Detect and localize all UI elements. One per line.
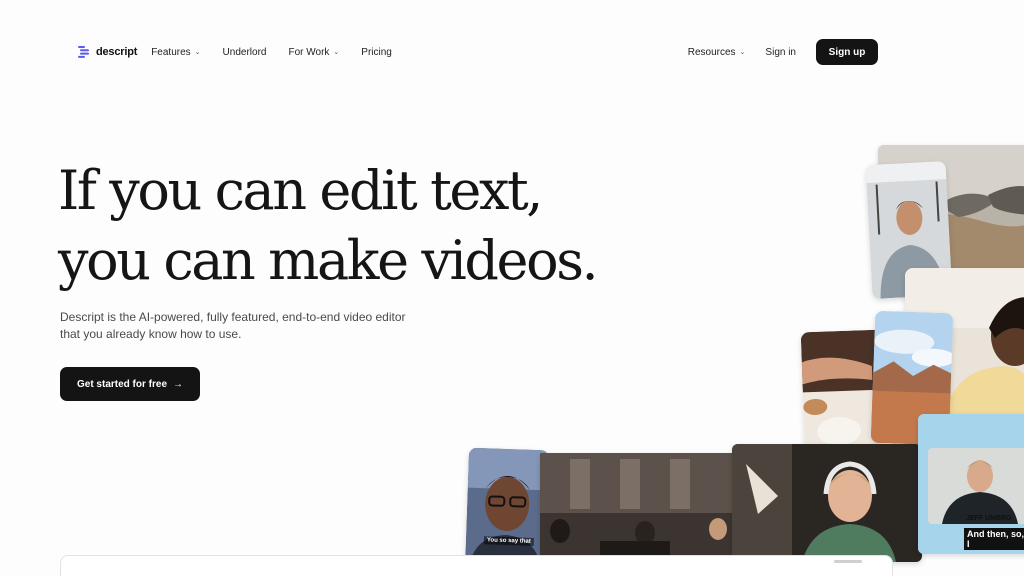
nav-item-label: For Work: [288, 46, 330, 58]
hero-subtitle-line: that you already know how to use.: [60, 327, 242, 341]
collage-glasses-man-tile: You so say that: [464, 447, 550, 571]
nav-item-label: Pricing: [361, 46, 392, 58]
collage-headphones-tile: [732, 444, 922, 562]
podcast-room-image: [540, 453, 736, 563]
nav-right: Resources ⌄ Sign in Sign up: [688, 39, 878, 65]
speaker-name-tag: JEFF UMBRO: [966, 515, 1012, 522]
nav-item-for-work[interactable]: For Work ⌄: [288, 47, 339, 58]
brand-logo[interactable]: descript: [78, 46, 137, 58]
chevron-down-icon: ⌄: [333, 49, 340, 56]
nav-item-pricing[interactable]: Pricing: [361, 47, 392, 58]
video-caption: You so say that: [483, 536, 534, 546]
arrow-right-icon: →: [173, 378, 184, 390]
nav-item-label: Sign in: [765, 46, 796, 58]
nav-item-label: Underlord: [222, 46, 267, 58]
headphones-woman-image: [732, 444, 922, 562]
get-started-button[interactable]: Get started for free →: [60, 367, 200, 401]
hero-title: If you can edit text, you can make video…: [58, 156, 599, 296]
descript-logo-icon: [78, 46, 89, 58]
hero-subtitle: Descript is the AI-powered, fully featur…: [60, 309, 440, 343]
chevron-down-icon: ⌄: [194, 49, 201, 56]
glasses-man-image: [464, 447, 550, 571]
nav-item-label: Features: [151, 46, 191, 58]
sign-in-link[interactable]: Sign in: [765, 47, 796, 58]
hero-subtitle-line: Descript is the AI-powered, fully featur…: [60, 310, 406, 324]
cta-label: Get started for free: [76, 378, 168, 390]
top-nav: descript Features ⌄ Underlord For Work ⌄…: [78, 38, 878, 66]
editor-preview-bar: [60, 555, 893, 576]
nav-item-features[interactable]: Features ⌄: [151, 47, 200, 58]
hero-title-line: If you can edit text,: [58, 159, 543, 222]
collage-podcast-tile: [540, 453, 736, 563]
nav-item-label: Resources: [687, 46, 736, 58]
scroll-handle[interactable]: [834, 560, 862, 563]
hero-title-line: you can make videos.: [58, 229, 599, 292]
sign-up-button[interactable]: Sign up: [816, 39, 878, 65]
nav-item-underlord[interactable]: Underlord: [223, 47, 267, 58]
nav-item-resources[interactable]: Resources ⌄: [688, 47, 746, 58]
brand-name: descript: [96, 46, 138, 58]
nav-links: Features ⌄ Underlord For Work ⌄ Pricing: [151, 47, 414, 58]
chevron-down-icon: ⌄: [739, 49, 746, 56]
collage-jeff-tile: JEFF UMBRO And then, so, I: [918, 414, 1024, 554]
video-caption-large: And then, so, I: [964, 528, 1024, 550]
